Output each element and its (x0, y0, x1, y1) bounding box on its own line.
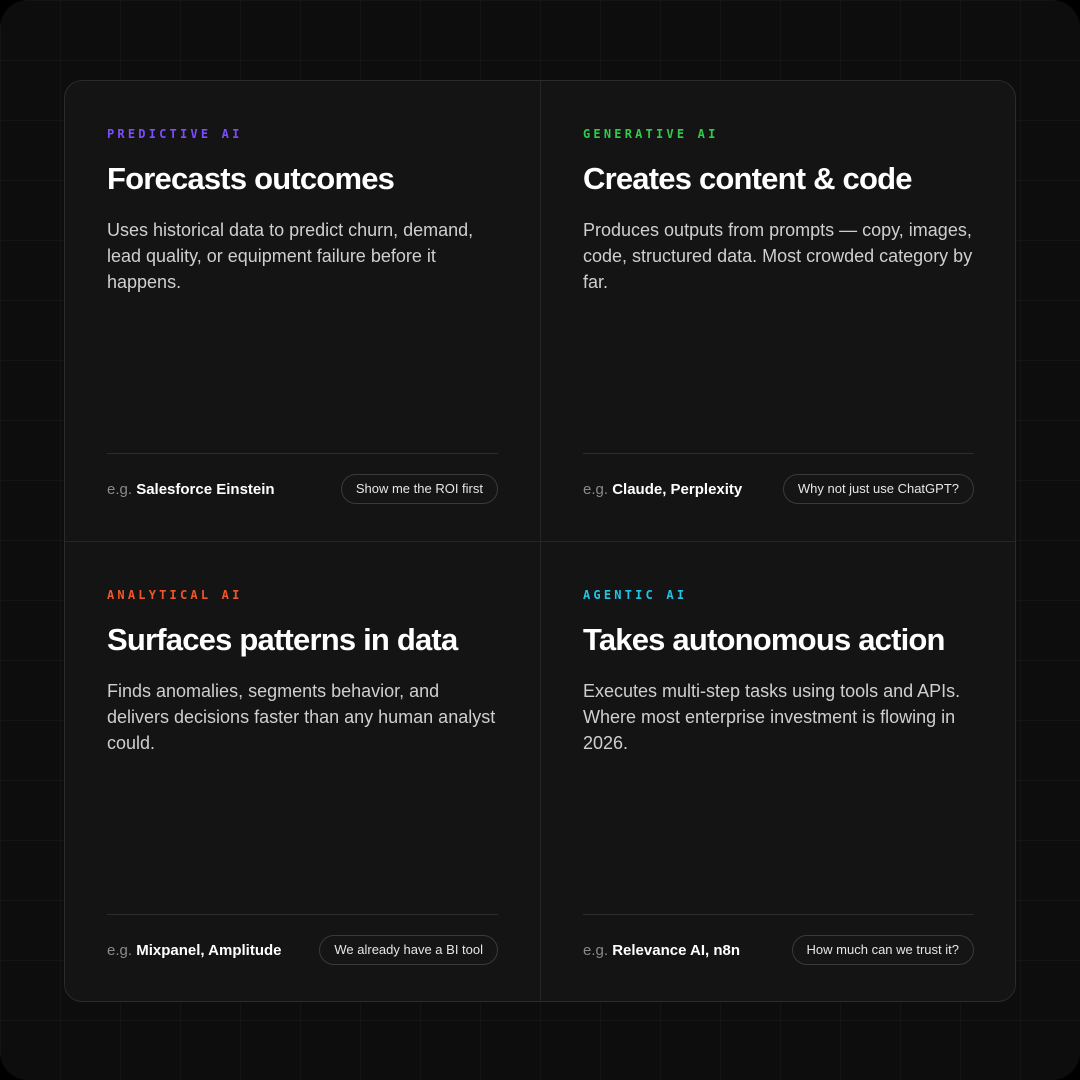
example-prefix: e.g. (107, 481, 133, 498)
cell-separator (583, 453, 974, 454)
analytical-ai-example: e.g. Mixpanel, Amplitude (107, 942, 282, 959)
predictive-ai-description: Uses historical data to predict churn, d… (107, 220, 474, 292)
chatgpt-question-button[interactable]: Why not just use ChatGPT? (782, 474, 974, 504)
generative-ai-title: Creates content & code (583, 161, 912, 196)
cell-separator (107, 453, 498, 454)
agentic-ai-description: Executes multi-step tasks using tools an… (583, 681, 961, 753)
analytical-ai-description: Finds anomalies, segments behavior, and … (107, 681, 496, 753)
example-names: Relevance AI, n8n (612, 942, 741, 959)
predictive-ai-eyebrow: PREDICTIVE AI (107, 127, 243, 141)
generative-ai-eyebrow: GENERATIVE AI (583, 127, 719, 141)
example-prefix: e.g. (107, 942, 133, 959)
predictive-ai-cell: PREDICTIVE AI Forecasts outcomes Uses hi… (65, 81, 540, 541)
cell-separator (107, 914, 498, 915)
trust-question-button[interactable]: How much can we trust it? (791, 935, 974, 965)
background-grid: PREDICTIVE AI Forecasts outcomes Uses hi… (0, 0, 1080, 1080)
analytical-ai-title: Surfaces patterns in data (107, 622, 458, 657)
example-prefix: e.g. (583, 481, 609, 498)
analytical-ai-cell: ANALYTICAL AI Surfaces patterns in data … (65, 542, 540, 1001)
agentic-ai-eyebrow: AGENTIC AI (583, 588, 688, 602)
generative-ai-description: Produces outputs from prompts — copy, im… (583, 220, 973, 292)
analytical-ai-eyebrow: ANALYTICAL AI (107, 588, 243, 602)
cell-separator (583, 914, 974, 915)
ai-types-card: PREDICTIVE AI Forecasts outcomes Uses hi… (64, 80, 1016, 1002)
agentic-ai-example: e.g. Relevance AI, n8n (583, 942, 740, 959)
predictive-ai-example: e.g. Salesforce Einstein (107, 481, 275, 498)
bi-tool-question-button[interactable]: We already have a BI tool (319, 935, 498, 965)
example-prefix: e.g. (583, 942, 609, 959)
example-names: Salesforce Einstein (136, 481, 275, 498)
generative-ai-example: e.g. Claude, Perplexity (583, 481, 742, 498)
generative-ai-cell: GENERATIVE AI Creates content & code Pro… (541, 81, 1015, 541)
agentic-ai-cell: AGENTIC AI Takes autonomous action Execu… (541, 542, 1015, 1001)
example-names: Mixpanel, Amplitude (136, 942, 282, 959)
example-names: Claude, Perplexity (612, 481, 743, 498)
agentic-ai-title: Takes autonomous action (583, 622, 946, 657)
predictive-ai-title: Forecasts outcomes (107, 161, 395, 196)
roi-question-button[interactable]: Show me the ROI first (340, 474, 498, 504)
